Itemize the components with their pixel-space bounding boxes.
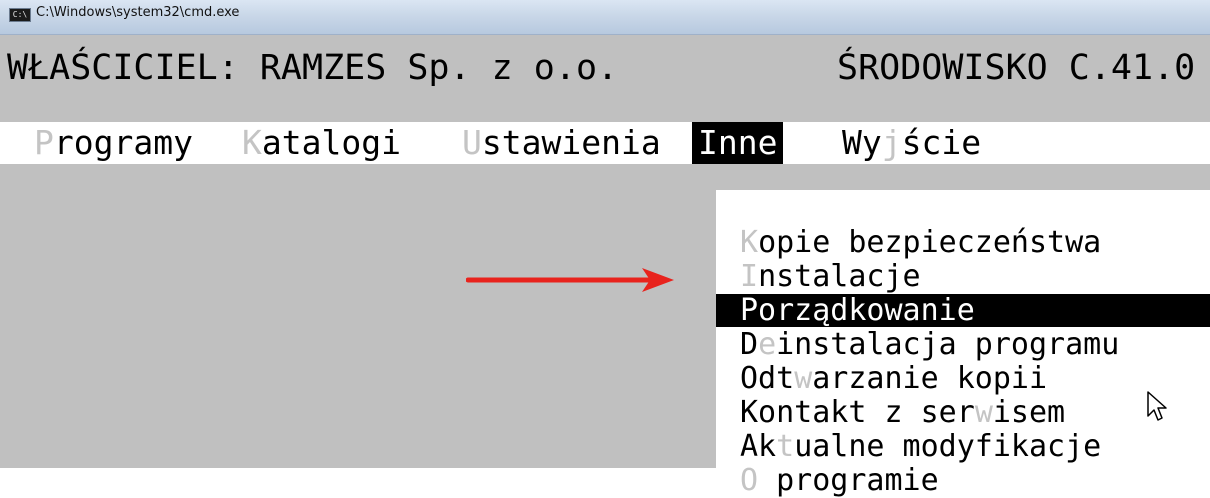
item-text: Odt <box>740 361 795 396</box>
item-text: Kontakt z ser <box>740 395 975 430</box>
hotkey: U <box>462 123 482 162</box>
owner-label: WŁAŚCICIEL: RAMZES Sp. z o.o. <box>7 48 619 88</box>
item-text: nstalacje <box>758 259 921 294</box>
hotkey: w <box>794 361 813 396</box>
menu-label: rogramy <box>53 123 193 162</box>
menu-item-aktualne-modyfikacje[interactable]: Aktualne modyfikacje <box>716 430 1210 463</box>
menu-inne[interactable]: Inne <box>692 122 784 164</box>
header-row: WŁAŚCICIEL: RAMZES Sp. z o.o. ŚRODOWISKO… <box>7 43 1210 93</box>
item-text: opie bezpieczeństwa <box>758 225 1102 260</box>
hotkey: e <box>758 327 777 362</box>
item-text: arzanie kopii <box>812 361 1048 396</box>
item-text: Porządkowanie <box>740 293 975 328</box>
item-text: programie <box>758 463 939 498</box>
menu-item-kontakt-z-serwisem[interactable]: Kontakt z serwisem <box>716 396 1210 429</box>
cmd-icon: C:\ <box>9 8 31 22</box>
hotkey: I <box>740 259 759 294</box>
item-text: ualne modyfikacje <box>794 429 1102 464</box>
hotkey: K <box>740 225 759 260</box>
menu-label: atalogi <box>261 123 401 162</box>
menu-programy[interactable]: Programy <box>28 122 199 164</box>
hotkey: O <box>740 463 759 498</box>
menu-bar: Programy Katalogi Ustawienia Inne Wyjści… <box>0 122 1210 164</box>
menu-item-deinstalacja-programu[interactable]: Deinstalacja programu <box>716 328 1210 361</box>
hotkey: P <box>34 123 54 162</box>
inne-dropdown-menu: Kopie bezpieczeństwa Instalacje Porządko… <box>716 190 1210 497</box>
menu-item-instalacje[interactable]: Instalacje <box>716 260 1210 293</box>
hotkey: j <box>881 123 902 162</box>
item-text: D <box>740 327 759 362</box>
menu-label: ście <box>901 123 982 162</box>
item-text: isem <box>992 395 1066 430</box>
menu-item-odtwarzanie-kopii[interactable]: Odtwarzanie kopii <box>716 362 1210 395</box>
menu-label: Wy <box>842 123 882 162</box>
title-bar[interactable]: C:\ C:\Windows\system32\cmd.exe <box>0 0 1210 35</box>
item-text: instalacja programu <box>776 327 1120 362</box>
menu-item-o-programie[interactable]: O programie <box>716 464 1210 497</box>
menu-ustawienia[interactable]: Ustawienia <box>456 122 667 164</box>
hotkey: w <box>974 395 993 430</box>
console-area: WŁAŚCICIEL: RAMZES Sp. z o.o. ŚRODOWISKO… <box>0 35 1210 497</box>
menu-item-porzadkowanie[interactable]: Porządkowanie <box>716 294 1210 327</box>
environment-label: ŚRODOWISKO C.41.0 <box>837 48 1196 88</box>
menu-item-kopie-bezpieczenstwa[interactable]: Kopie bezpieczeństwa <box>716 226 1210 259</box>
window-title: C:\Windows\system32\cmd.exe <box>36 5 240 20</box>
menu-label: Inne <box>698 123 778 162</box>
red-arrow-icon <box>466 268 674 292</box>
menu-label: stawienia <box>481 123 661 162</box>
menu-wyjscie[interactable]: Wyjście <box>836 122 987 164</box>
item-text: Ak <box>740 429 777 464</box>
menu-katalogi[interactable]: Katalogi <box>236 122 407 164</box>
hotkey: t <box>776 429 795 464</box>
mouse-cursor-icon <box>1147 391 1167 421</box>
hotkey: K <box>242 123 262 162</box>
